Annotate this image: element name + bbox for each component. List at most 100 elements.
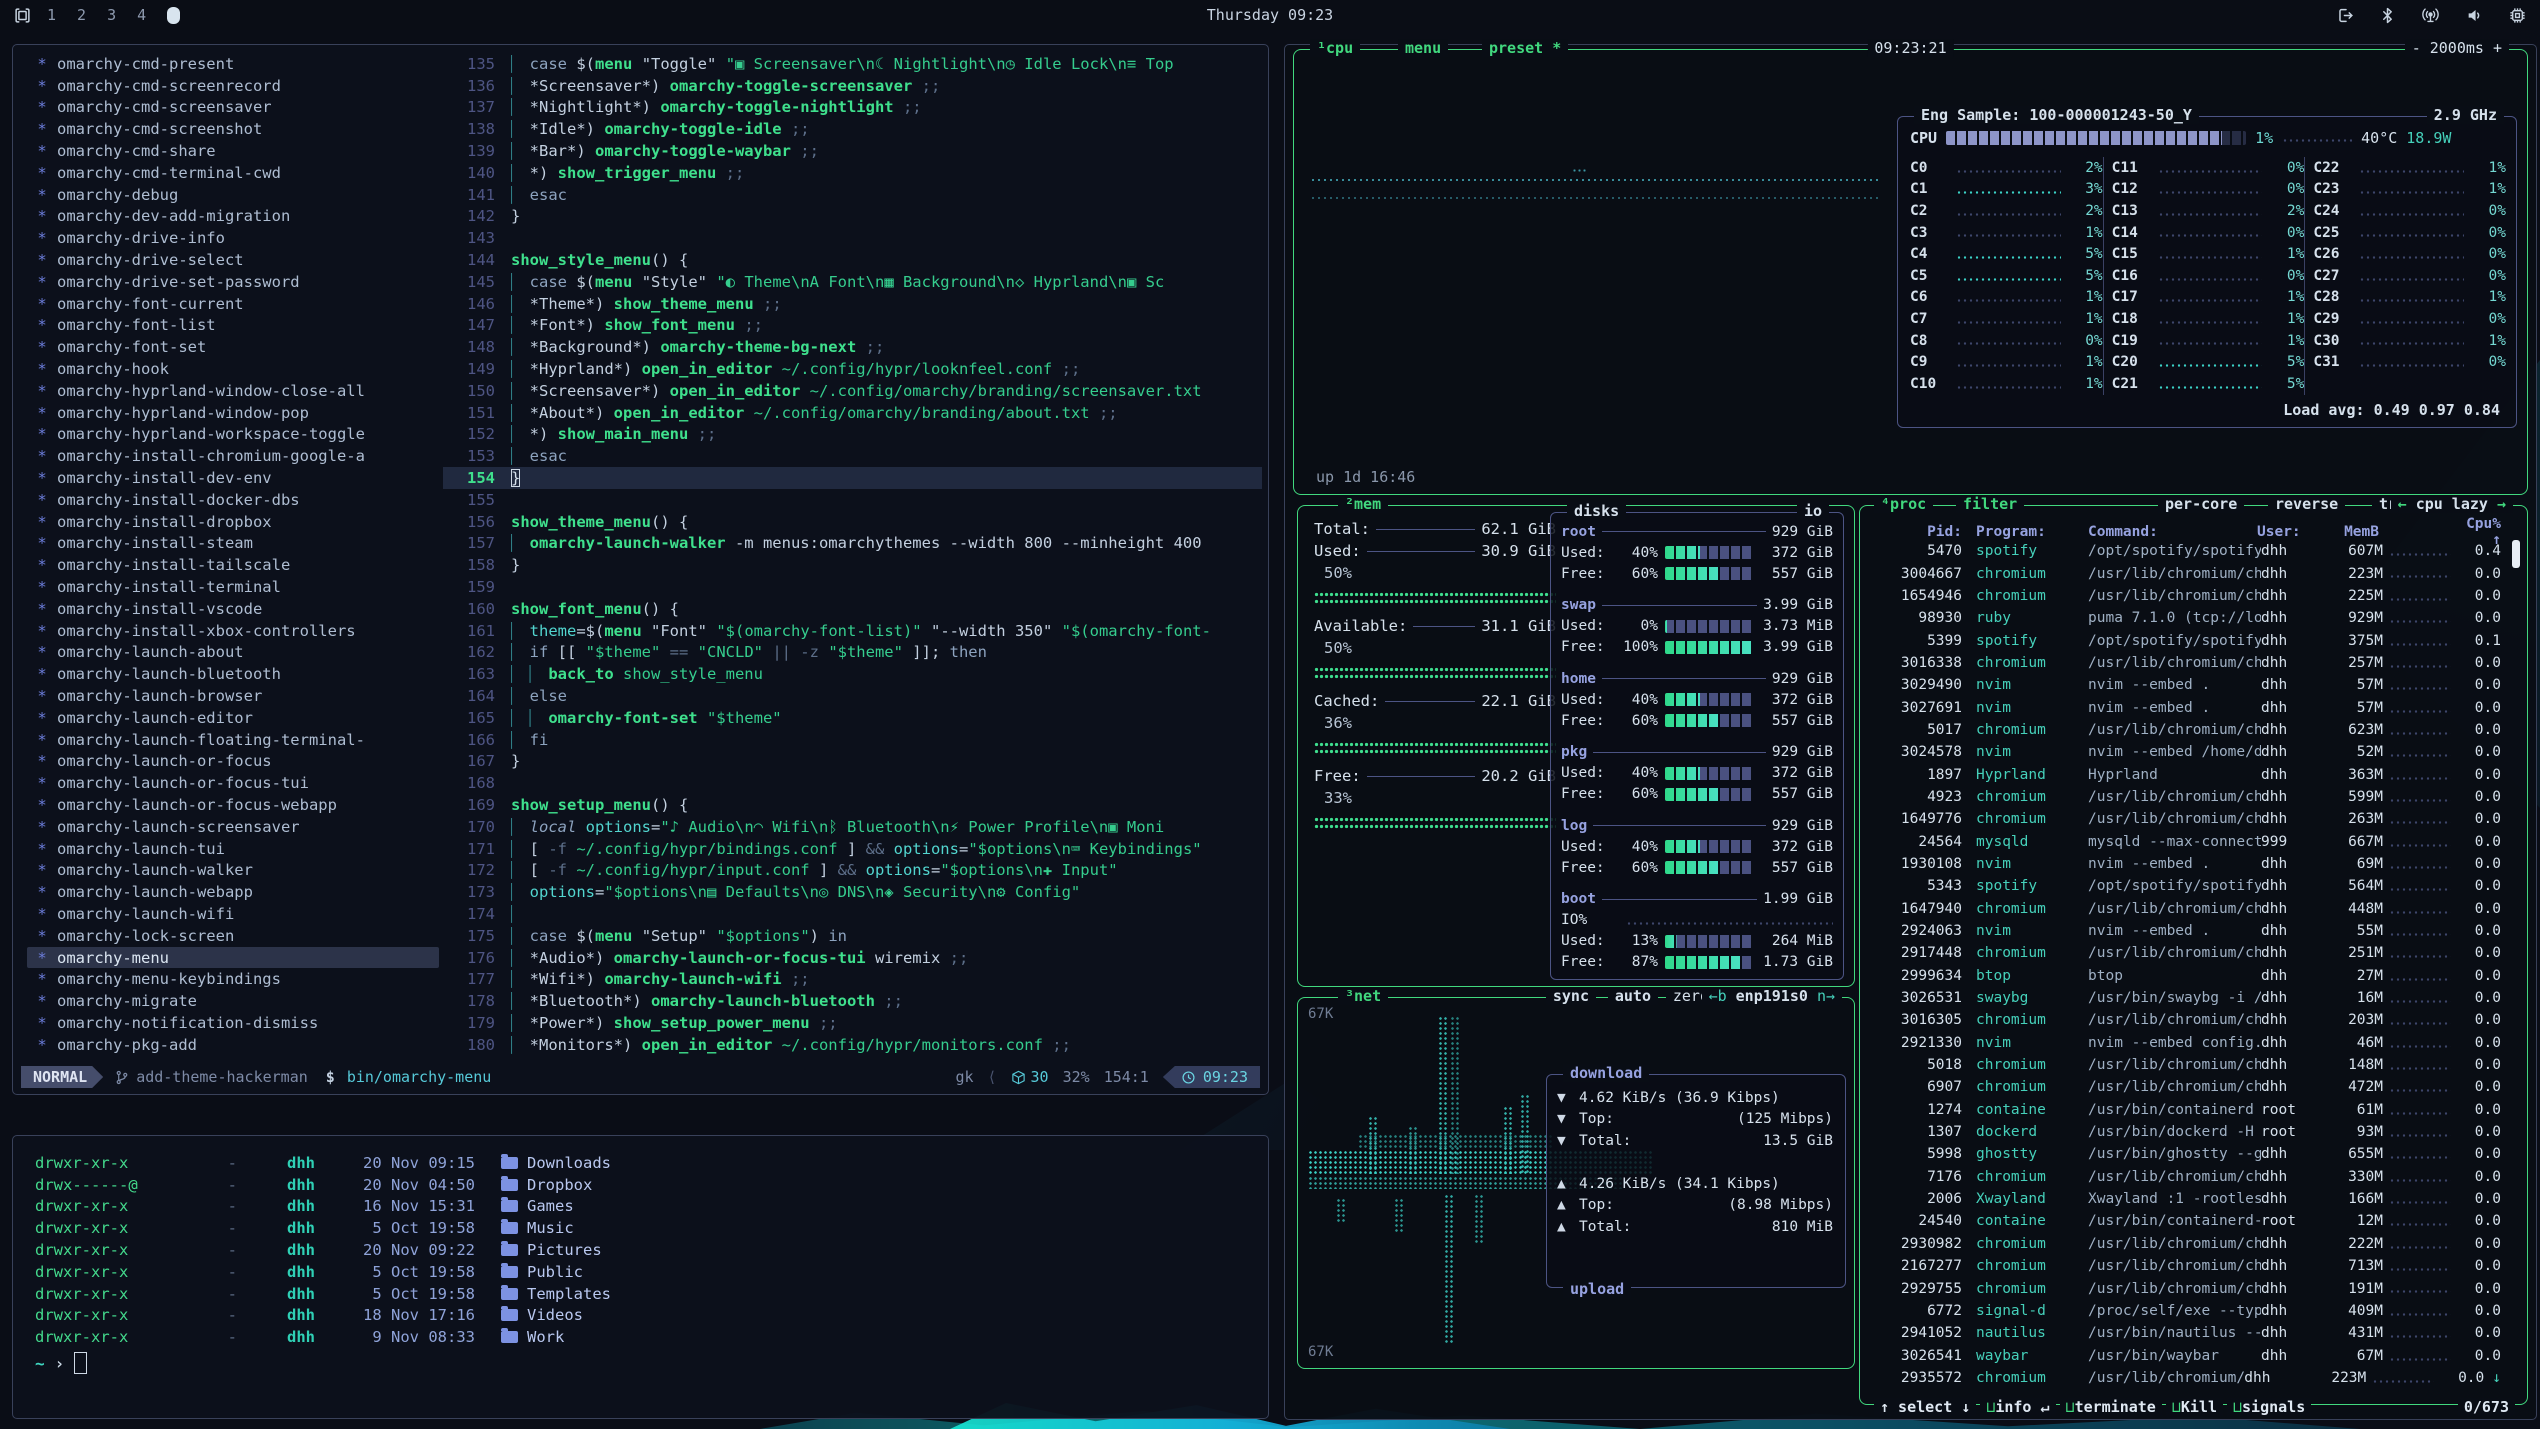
file-item[interactable]: *omarchy-launch-wifi (27, 903, 439, 925)
file-item[interactable]: *omarchy-hyprland-workspace-toggle (27, 424, 439, 446)
file-item[interactable]: *omarchy-launch-or-focus-webapp (27, 794, 439, 816)
proc-row[interactable]: 1307dockerd/usr/bin/dockerd -H fd:root93… (1870, 1121, 2501, 1143)
proc-row[interactable]: 24564mysqldmysqld --max-connection999667… (1870, 830, 2501, 852)
code-line[interactable]: 167} (443, 751, 1262, 773)
proc-row[interactable]: 3026531swaybg/usr/bin/swaybg -i /homdhh1… (1870, 987, 2501, 1009)
process-list[interactable]: 5470spotify/opt/spotify/spotify --dhh607… (1870, 540, 2501, 1394)
proc-row[interactable]: 3016338chromium/usr/lib/chromium/chromdh… (1870, 652, 2501, 674)
file-item[interactable]: *omarchy-cmd-screenshot (27, 118, 439, 140)
proc-row[interactable]: 2917448chromium/usr/lib/chromium/chromdh… (1870, 942, 2501, 964)
chip-icon[interactable] (2509, 7, 2526, 24)
code-line[interactable]: 158} (443, 554, 1262, 576)
proc-row[interactable]: 1654946chromium/usr/lib/chromium/chromdh… (1870, 585, 2501, 607)
file-item[interactable]: *omarchy-hook (27, 358, 439, 380)
file-item[interactable]: *omarchy-drive-info (27, 227, 439, 249)
code-line[interactable]: 153▏ esac (443, 445, 1262, 467)
code-line[interactable]: 180▏ *Monitors*) open_in_editor ~/.confi… (443, 1034, 1262, 1056)
file-item[interactable]: *omarchy-lock-screen (27, 925, 439, 947)
file-item[interactable]: *omarchy-launch-floating-terminal- (27, 729, 439, 751)
code-line[interactable]: 162▏ if [[ "$theme" == "CNCLD" || -z "$t… (443, 642, 1262, 664)
proc-row[interactable]: 2929755chromium/usr/lib/chromium/chromdh… (1870, 1277, 2501, 1299)
code-line[interactable]: 150▏ *Screensaver*) open_in_editor ~/.co… (443, 380, 1262, 402)
proc-row[interactable]: 1274containe/usr/bin/containerdroot61M0.… (1870, 1099, 2501, 1121)
file-explorer[interactable]: *omarchy-cmd-present*omarchy-cmd-screenr… (27, 53, 439, 1056)
proc-row[interactable]: 24540containe/usr/bin/containerd-shiroot… (1870, 1210, 2501, 1232)
file-item[interactable]: *omarchy-cmd-share (27, 140, 439, 162)
file-item[interactable]: *omarchy-install-chromium-google-a (27, 445, 439, 467)
proc-row[interactable]: 5399spotify/opt/spotify/spotify --dhh375… (1870, 629, 2501, 651)
io-tab[interactable]: io (1797, 502, 1829, 520)
code-line[interactable]: 179▏ *Power*) show_setup_power_menu ;; (443, 1012, 1262, 1034)
preset-button[interactable]: preset * (1482, 39, 1568, 57)
proc-row[interactable]: 1930108nvimnvim --embed .dhh69M0.0 (1870, 853, 2501, 875)
proc-row[interactable]: 98930rubypuma 7.1.0 (tcp://localdhh929M0… (1870, 607, 2501, 629)
terminal-window[interactable]: drwxr-xr-x-dhh20 Nov 09:15Downloadsdrwx-… (12, 1135, 1269, 1419)
file-item[interactable]: *omarchy-install-vscode (27, 598, 439, 620)
proc-row[interactable]: 3016305chromium/usr/lib/chromium/chromdh… (1870, 1009, 2501, 1031)
net-tab-auto[interactable]: auto (1608, 987, 1658, 1005)
code-line[interactable]: 154} (443, 467, 1262, 489)
file-item[interactable]: *omarchy-menu (27, 947, 439, 969)
code-line[interactable]: 168 (443, 772, 1262, 794)
code-line[interactable]: 152▏ *) show_main_menu ;; (443, 424, 1262, 446)
file-item[interactable]: *omarchy-install-dev-env (27, 467, 439, 489)
interval-control[interactable]: - 2000ms + (2405, 39, 2509, 57)
code-line[interactable]: 177▏ *Wifi*) omarchy-launch-wifi ;; (443, 968, 1262, 990)
file-item[interactable]: *omarchy-launch-or-focus-tui (27, 772, 439, 794)
file-item[interactable]: *omarchy-migrate (27, 990, 439, 1012)
proc-row[interactable]: 2167277chromium/usr/lib/chromium/chromdh… (1870, 1255, 2501, 1277)
proc-row[interactable]: 2924063nvimnvim --embed .dhh55M0.0 (1870, 920, 2501, 942)
git-branch[interactable]: add-theme-hackerman (115, 1068, 308, 1086)
proc-row[interactable]: 4923chromium/usr/lib/chromium/chromdhh59… (1870, 786, 2501, 808)
filter-tab[interactable]: filter (1956, 495, 2024, 513)
code-line[interactable]: 139▏ *Bar*) omarchy-toggle-waybar ;; (443, 140, 1262, 162)
file-item[interactable]: *omarchy-launch-screensaver (27, 816, 439, 838)
proc-row[interactable]: 3024578nvimnvim --embed /home/dhh/dhh52M… (1870, 741, 2501, 763)
info-key[interactable]: ⊔info ↵ (1980, 1398, 2055, 1416)
proc-row[interactable]: 1647940chromium/usr/lib/chromium/chromdh… (1870, 898, 2501, 920)
bluetooth-icon[interactable] (2380, 7, 2395, 24)
code-line[interactable]: 157▏ omarchy-launch-walker -m menus:omar… (443, 533, 1262, 555)
mem-box-title[interactable]: ²mem (1338, 495, 1388, 513)
code-line[interactable]: 170▏ local options="♪ Audio\n◠ Wifi\nᛒ B… (443, 816, 1262, 838)
file-item[interactable]: *omarchy-cmd-terminal-cwd (27, 162, 439, 184)
disks-tab[interactable]: disks (1567, 502, 1626, 520)
code-line[interactable]: 142} (443, 206, 1262, 228)
file-item[interactable]: *omarchy-menu-keybindings (27, 968, 439, 990)
proc-row[interactable]: 2941052nautilus/usr/bin/nautilus --gapdh… (1870, 1322, 2501, 1344)
file-item[interactable]: *omarchy-install-steam (27, 533, 439, 555)
file-item[interactable]: *omarchy-install-dropbox (27, 511, 439, 533)
code-line[interactable]: 169show_setup_menu() { (443, 794, 1262, 816)
code-line[interactable]: 178▏ *Bluetooth*) omarchy-launch-bluetoo… (443, 990, 1262, 1012)
code-line[interactable]: 136▏ *Screensaver*) omarchy-toggle-scree… (443, 75, 1262, 97)
file-item[interactable]: *omarchy-launch-editor (27, 707, 439, 729)
file-item[interactable]: *omarchy-font-current (27, 293, 439, 315)
shell-prompt[interactable]: ~ › (35, 1352, 87, 1374)
file-item[interactable]: *omarchy-launch-or-focus (27, 751, 439, 773)
proc-row[interactable]: 3029490nvimnvim --embed .dhh57M0.0 (1870, 674, 2501, 696)
code-line[interactable]: 147▏ *Font*) show_font_menu ;; (443, 315, 1262, 337)
code-line[interactable]: 160show_font_menu() { (443, 598, 1262, 620)
file-item[interactable]: *omarchy-cmd-screensaver (27, 97, 439, 119)
proc-row[interactable]: 5018chromium/usr/lib/chromium/chromdhh14… (1870, 1054, 2501, 1076)
file-item[interactable]: *omarchy-dev-add-migration (27, 206, 439, 228)
file-item[interactable]: *omarchy-drive-select (27, 249, 439, 271)
code-line[interactable]: 135▏ case $(menu "Toggle" "▣ Screensaver… (443, 53, 1262, 75)
code-line[interactable]: 151▏ *About*) open_in_editor ~/.config/o… (443, 402, 1262, 424)
net-tab-sync[interactable]: sync (1546, 987, 1596, 1005)
select-keys[interactable]: ↑ select ↓ (1874, 1398, 1976, 1416)
terminate-key[interactable]: ⊔terminate (2060, 1398, 2162, 1416)
code-line[interactable]: 172▏ [ -f ~/.config/hypr/input.conf ] &&… (443, 859, 1262, 881)
proc-row[interactable]: 5343spotify/opt/spotify/spotifydhh564M0.… (1870, 875, 2501, 897)
file-item[interactable]: *omarchy-pkg-add (27, 1034, 439, 1056)
proc-row[interactable]: 2921330nvimnvim --embed config.jsodhh46M… (1870, 1032, 2501, 1054)
proc-row[interactable]: 5998ghostty/usr/bin/ghostty --gtk-dhh655… (1870, 1143, 2501, 1165)
proc-row[interactable]: 6772signal-d/proc/self/exe --type=rdhh40… (1870, 1300, 2501, 1322)
logout-icon[interactable] (2337, 7, 2354, 24)
proc-row[interactable]: 2935572chromium/usr/lib/chromium/chromdh… (1870, 1367, 2501, 1389)
code-line[interactable]: 148▏ *Background*) omarchy-theme-bg-next… (443, 336, 1262, 358)
code-line[interactable]: 146▏ *Theme*) show_theme_menu ;; (443, 293, 1262, 315)
proc-box-title[interactable]: ⁴proc (1874, 495, 1933, 513)
file-item[interactable]: *omarchy-font-set (27, 336, 439, 358)
code-line[interactable]: 164▏ else (443, 685, 1262, 707)
